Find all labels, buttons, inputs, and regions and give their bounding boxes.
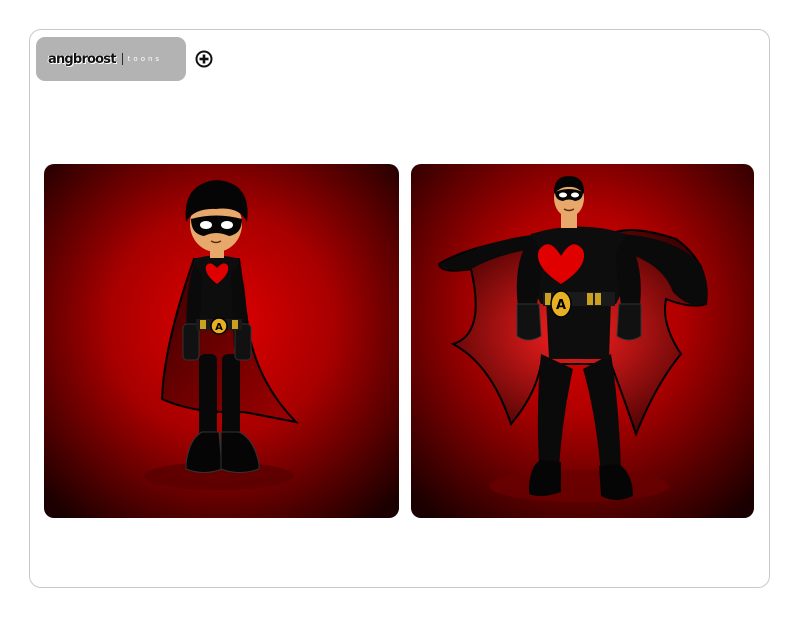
logo-tab[interactable]: angbroost toons	[36, 37, 186, 81]
logo-wordmark: angbroost	[48, 51, 116, 67]
logo-divider	[121, 53, 123, 65]
adult-superhero-image[interactable]: A	[411, 164, 754, 518]
boy-superhero-image[interactable]: A	[44, 164, 399, 518]
svg-text:A: A	[556, 298, 566, 313]
plus-circle-icon[interactable]	[195, 50, 213, 68]
svg-text:A: A	[215, 322, 223, 333]
logo-subtitle: toons	[127, 55, 163, 63]
